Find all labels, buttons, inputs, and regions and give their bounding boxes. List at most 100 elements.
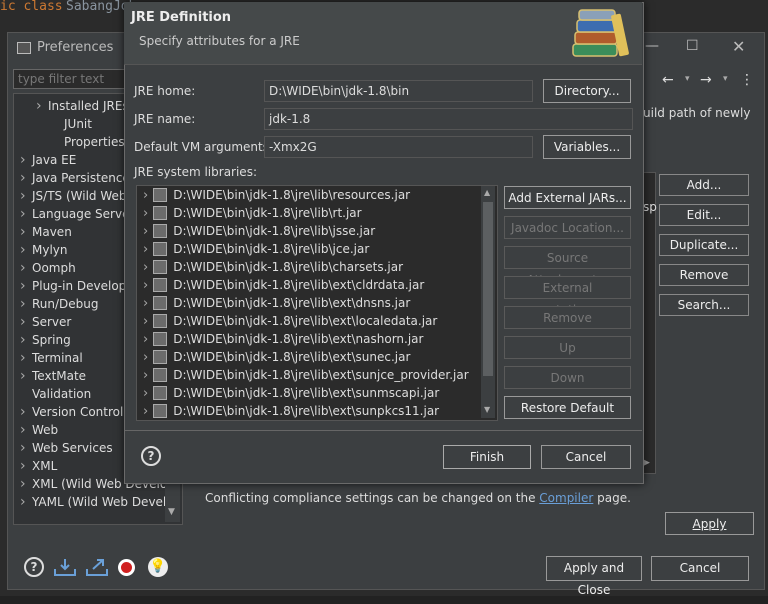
tree-item[interactable]: › Server bbox=[14, 313, 71, 331]
expand-arrow-icon[interactable]: › bbox=[143, 314, 148, 329]
expand-arrow-icon[interactable]: › bbox=[20, 151, 32, 169]
tree-item[interactable]: › Java Persistence bbox=[14, 169, 130, 187]
tree-item[interactable]: › Version Control bbox=[14, 403, 123, 421]
record-icon[interactable] bbox=[118, 559, 135, 576]
tree-item[interactable]: › Plug-in Develop bbox=[14, 277, 126, 295]
side-button[interactable]: Add... bbox=[659, 174, 749, 196]
apply-button[interactable]: Apply bbox=[665, 512, 754, 535]
jre-libraries-list[interactable]: › D:\WIDE\bin\jdk-1.8\jre\lib\resources.j… bbox=[136, 185, 498, 421]
expand-arrow-icon[interactable]: › bbox=[20, 241, 32, 259]
vm-args-field[interactable]: -Xmx2G bbox=[264, 136, 533, 158]
export-icon[interactable] bbox=[85, 557, 109, 577]
jre-home-field[interactable]: D:\WIDE\bin\jdk-1.8\bin bbox=[264, 80, 533, 102]
dialog-cancel-button[interactable]: Cancel bbox=[541, 445, 631, 469]
finish-button[interactable]: Finish bbox=[443, 445, 531, 469]
prefs-cancel-button[interactable]: Cancel bbox=[651, 556, 749, 581]
tree-item[interactable]: › Web bbox=[14, 421, 58, 439]
expand-arrow-icon[interactable]: › bbox=[143, 224, 148, 239]
libraries-scroll-thumb[interactable] bbox=[483, 202, 493, 376]
expand-arrow-icon[interactable]: › bbox=[20, 331, 32, 349]
expand-arrow-icon[interactable]: › bbox=[20, 295, 32, 313]
tree-item[interactable]: › Oomph bbox=[14, 259, 76, 277]
library-row[interactable]: › D:\WIDE\bin\jdk-1.8\jre\lib\ext\sunec.j… bbox=[137, 348, 410, 366]
variables-button[interactable]: Variables... bbox=[543, 135, 631, 159]
tree-item[interactable]: › Mylyn bbox=[14, 241, 68, 259]
library-action-button[interactable]: Add External JARs... bbox=[504, 186, 631, 209]
tree-item[interactable]: › Installed JREs bbox=[14, 97, 129, 115]
expand-arrow-icon[interactable]: › bbox=[20, 475, 32, 493]
expand-arrow-icon[interactable]: › bbox=[20, 187, 32, 205]
minimize-icon[interactable]: — bbox=[645, 38, 659, 54]
more-menu-icon[interactable]: ⋮ bbox=[740, 72, 754, 88]
expand-arrow-icon[interactable]: › bbox=[20, 277, 32, 295]
close-icon[interactable]: ✕ bbox=[732, 37, 745, 56]
expand-arrow-icon[interactable]: › bbox=[143, 188, 148, 203]
apply-and-close-button[interactable]: Apply and Close bbox=[546, 556, 642, 597]
library-row[interactable]: › D:\WIDE\bin\jdk-1.8\jre\lib\charsets.ja… bbox=[137, 258, 403, 276]
expand-arrow-icon[interactable]: › bbox=[143, 278, 148, 293]
library-row[interactable]: › D:\WIDE\bin\jdk-1.8\jre\lib\jce.jar bbox=[137, 240, 369, 258]
expand-arrow-icon[interactable]: › bbox=[20, 439, 32, 457]
side-button[interactable]: Search... bbox=[659, 294, 749, 316]
expand-arrow-icon[interactable]: › bbox=[143, 368, 148, 383]
expand-arrow-icon[interactable]: › bbox=[143, 404, 148, 419]
dialog-help-icon[interactable]: ? bbox=[141, 446, 161, 466]
expand-arrow-icon[interactable]: › bbox=[20, 493, 32, 511]
expand-arrow-icon[interactable]: › bbox=[20, 313, 32, 331]
tree-item[interactable]: › YAML (Wild Web Develo bbox=[14, 493, 174, 511]
expand-arrow-icon[interactable]: › bbox=[20, 223, 32, 241]
tree-item[interactable]: › Terminal bbox=[14, 349, 83, 367]
library-action-button[interactable]: Restore Default bbox=[504, 396, 631, 419]
side-button[interactable]: Edit... bbox=[659, 204, 749, 226]
tree-item[interactable]: › TextMate bbox=[14, 367, 86, 385]
library-row[interactable]: › D:\WIDE\bin\jdk-1.8\jre\lib\jsse.jar bbox=[137, 222, 375, 240]
expand-arrow-icon[interactable]: › bbox=[143, 260, 148, 275]
library-row[interactable]: › D:\WIDE\bin\jdk-1.8\jre\lib\ext\localed… bbox=[137, 312, 437, 330]
scroll-down-arrow-icon[interactable]: ▼ bbox=[484, 405, 490, 414]
tree-item[interactable]: › Spring bbox=[14, 331, 71, 349]
expand-arrow-icon[interactable]: › bbox=[143, 296, 148, 311]
library-row[interactable]: › D:\WIDE\bin\jdk-1.8\jre\lib\ext\sunmsca… bbox=[137, 384, 439, 402]
side-button[interactable]: Remove bbox=[659, 264, 749, 286]
maximize-icon[interactable]: ☐ bbox=[686, 38, 699, 54]
expand-arrow-icon[interactable]: › bbox=[20, 403, 32, 421]
expand-arrow-icon[interactable]: › bbox=[36, 97, 48, 115]
tip-lightbulb-icon[interactable]: 💡 bbox=[148, 557, 168, 577]
expand-arrow-icon[interactable]: › bbox=[20, 205, 32, 223]
tree-item[interactable]: › Language Server bbox=[14, 205, 134, 223]
tree-item[interactable]: JUnit bbox=[14, 115, 92, 133]
back-dropdown-icon[interactable]: ▾ bbox=[685, 74, 690, 84]
scroll-down-icon[interactable]: ▼ bbox=[168, 507, 175, 517]
library-row[interactable]: › D:\WIDE\bin\jdk-1.8\jre\lib\rt.jar bbox=[137, 204, 362, 222]
side-button[interactable]: Duplicate... bbox=[659, 234, 749, 256]
expand-arrow-icon[interactable]: › bbox=[20, 349, 32, 367]
scroll-up-icon[interactable]: ▲ bbox=[484, 188, 490, 197]
expand-arrow-icon[interactable]: › bbox=[20, 169, 32, 187]
forward-arrow-icon[interactable]: → bbox=[700, 72, 712, 88]
tree-item[interactable]: › XML bbox=[14, 457, 57, 475]
tree-item[interactable]: Validation bbox=[14, 385, 91, 403]
back-arrow-icon[interactable]: ← bbox=[662, 72, 674, 88]
expand-arrow-icon[interactable]: › bbox=[143, 206, 148, 221]
library-row[interactable]: › D:\WIDE\bin\jdk-1.8\jre\lib\ext\cldrdat… bbox=[137, 276, 424, 294]
forward-dropdown-icon[interactable]: ▾ bbox=[723, 74, 728, 84]
library-row[interactable]: › D:\WIDE\bin\jdk-1.8\jre\lib\ext\sunpkcs… bbox=[137, 402, 439, 420]
help-icon[interactable]: ? bbox=[24, 557, 44, 577]
expand-arrow-icon[interactable]: › bbox=[143, 386, 148, 401]
expand-arrow-icon[interactable]: › bbox=[143, 332, 148, 347]
tree-item[interactable]: › Java EE bbox=[14, 151, 76, 169]
expand-arrow-icon[interactable]: › bbox=[20, 457, 32, 475]
library-row[interactable]: › D:\WIDE\bin\jdk-1.8\jre\lib\resources.j… bbox=[137, 186, 410, 204]
library-row[interactable]: › D:\WIDE\bin\jdk-1.8\jre\lib\ext\sunjce_… bbox=[137, 366, 469, 384]
table-scroll-right-icon[interactable]: ▶ bbox=[643, 458, 650, 468]
library-row[interactable]: › D:\WIDE\bin\jdk-1.8\jre\lib\ext\dnsns.j… bbox=[137, 294, 410, 312]
tree-item[interactable]: › JS/TS (Wild Web bbox=[14, 187, 127, 205]
compiler-link[interactable]: Compiler bbox=[539, 491, 593, 505]
expand-arrow-icon[interactable]: › bbox=[143, 242, 148, 257]
library-row[interactable]: › D:\WIDE\bin\jdk-1.8\jre\lib\ext\nashorn… bbox=[137, 330, 423, 348]
import-icon[interactable] bbox=[53, 557, 77, 577]
expand-arrow-icon[interactable]: › bbox=[143, 350, 148, 365]
directory-button[interactable]: Directory... bbox=[543, 79, 631, 103]
jre-name-field[interactable]: jdk-1.8 bbox=[264, 108, 633, 130]
expand-arrow-icon[interactable]: › bbox=[20, 421, 32, 439]
